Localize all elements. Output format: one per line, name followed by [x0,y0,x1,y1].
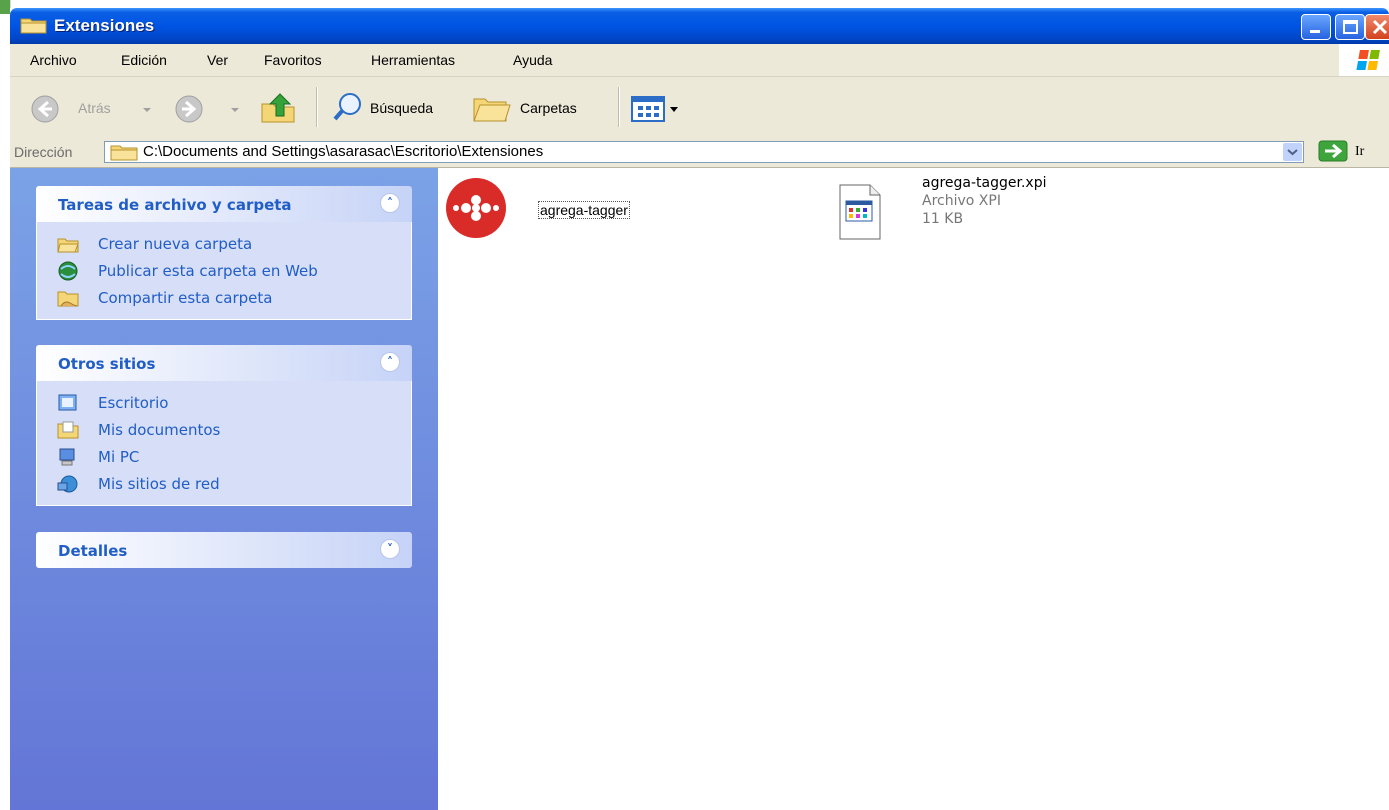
file-list-area[interactable]: agrega-tagger agrega-tagger.xpi Archivo … [438,168,1389,810]
file-size: 11 KB [922,211,964,227]
dropdown-arrow-icon [143,108,151,112]
address-dropdown-button[interactable] [1283,143,1302,161]
menu-favoritos[interactable]: Favoritos [264,52,322,68]
addon-icon [446,178,506,238]
task-new-folder[interactable]: Crear nueva carpeta [37,232,411,259]
minimize-button[interactable] [1301,14,1331,40]
standard-toolbar: Atrás Búsqueda Carpetas [10,77,1389,140]
file-tasks-title: Tareas de archivo y carpeta [58,196,292,214]
other-places-list: Escritorio Mis documentos Mi PC Mis siti… [36,381,412,506]
menu-ayuda[interactable]: Ayuda [513,52,552,68]
maximize-icon [1343,20,1358,34]
address-path: C:\Documents and Settings\asarasac\Escri… [143,143,544,160]
title-bar[interactable]: Extensiones [10,8,1389,44]
maximize-button[interactable] [1335,14,1365,40]
file-type: Archivo XPI [922,193,1001,209]
address-label: Dirección [14,144,73,160]
globe-icon [58,261,78,281]
place-desktop-label: Escritorio [98,394,169,412]
task-publish-web[interactable]: Publicar esta carpeta en Web [37,259,411,286]
background-accent [0,0,10,14]
forward-arrow-icon [175,95,203,123]
views-icon [631,96,678,122]
window-title: Extensiones [54,16,155,35]
place-my-computer[interactable]: Mi PC [37,445,411,472]
menu-herramientas[interactable]: Herramientas [371,52,455,68]
address-bar: Dirección C:\Documents and Settings\asar… [10,139,1389,168]
up-folder-icon [261,93,295,123]
file-tasks-list: Crear nueva carpeta Publicar esta carpet… [36,222,412,320]
views-button[interactable] [630,95,688,125]
expand-icon[interactable]: ˅ [380,539,400,559]
task-share-folder-label: Compartir esta carpeta [98,289,273,307]
details-title: Detalles [58,542,128,560]
collapse-icon[interactable]: ˄ [380,193,400,213]
my-documents-icon [57,421,79,439]
close-button[interactable] [1365,14,1389,40]
up-folder-button[interactable] [260,90,300,126]
go-arrow-icon[interactable] [1318,140,1348,162]
details-header[interactable]: Detalles ˅ [36,532,412,568]
file-tasks-panel: Tareas de archivo y carpeta ˄ Crear nuev… [36,186,412,320]
search-icon [333,93,361,121]
details-panel: Detalles ˅ [36,532,412,568]
folders-button[interactable]: Carpetas [472,91,602,125]
address-input[interactable]: C:\Documents and Settings\asarasac\Escri… [104,141,1304,163]
place-my-computer-label: Mi PC [98,448,140,466]
folder-icon [110,145,138,161]
explorer-window: Extensiones Archivo Edición Ver Favorito… [10,8,1389,810]
menu-edicion[interactable]: Edición [121,52,167,68]
menu-ver[interactable]: Ver [207,52,228,68]
desktop-icon [58,394,77,411]
menu-archivo[interactable]: Archivo [30,52,77,68]
dropdown-arrow-icon [231,108,239,112]
task-share-folder[interactable]: Compartir esta carpeta [37,286,411,313]
folders-label: Carpetas [520,100,577,116]
place-my-documents-label: Mis documentos [98,421,221,439]
place-desktop[interactable]: Escritorio [37,391,411,418]
xpi-file-icon [839,184,881,240]
toolbar-separator [618,87,620,127]
task-new-folder-label: Crear nueva carpeta [98,235,253,253]
go-button[interactable]: Ir [1355,144,1364,160]
place-network[interactable]: Mis sitios de red [37,472,411,499]
close-icon [1372,19,1388,35]
search-label: Búsqueda [370,100,434,116]
back-arrow-icon [31,95,59,123]
back-button[interactable]: Atrás [30,92,160,126]
other-places-panel: Otros sitios ˄ Escritorio Mis documentos… [36,345,412,506]
forward-button[interactable] [174,92,244,126]
menu-bar: Archivo Edición Ver Favoritos Herramient… [10,44,1389,77]
file-tasks-header[interactable]: Tareas de archivo y carpeta ˄ [36,186,412,222]
file-name: agrega-tagger [538,201,630,219]
windows-logo [1339,44,1389,76]
dots-icon [453,195,499,221]
task-publish-web-label: Publicar esta carpeta en Web [98,262,318,280]
task-pane: Tareas de archivo y carpeta ˄ Crear nuev… [10,168,438,810]
collapse-icon[interactable]: ˄ [380,352,400,372]
new-folder-icon [57,238,79,253]
place-my-documents[interactable]: Mis documentos [37,418,411,445]
shared-folder-icon [57,291,79,307]
other-places-header[interactable]: Otros sitios ˄ [36,345,412,381]
minimize-icon [1310,30,1320,33]
chevron-down-icon [1287,149,1298,156]
network-places-icon [57,475,78,493]
other-places-title: Otros sitios [58,355,156,373]
folder-icon [20,18,47,34]
search-button[interactable]: Búsqueda [332,91,462,125]
file-name: agrega-tagger.xpi [922,175,1047,191]
toolbar-separator [316,87,318,127]
computer-icon [59,448,75,466]
back-label: Atrás [78,100,111,116]
folders-icon [473,98,511,122]
windows-flag-icon [1356,50,1380,70]
place-network-label: Mis sitios de red [98,475,220,493]
